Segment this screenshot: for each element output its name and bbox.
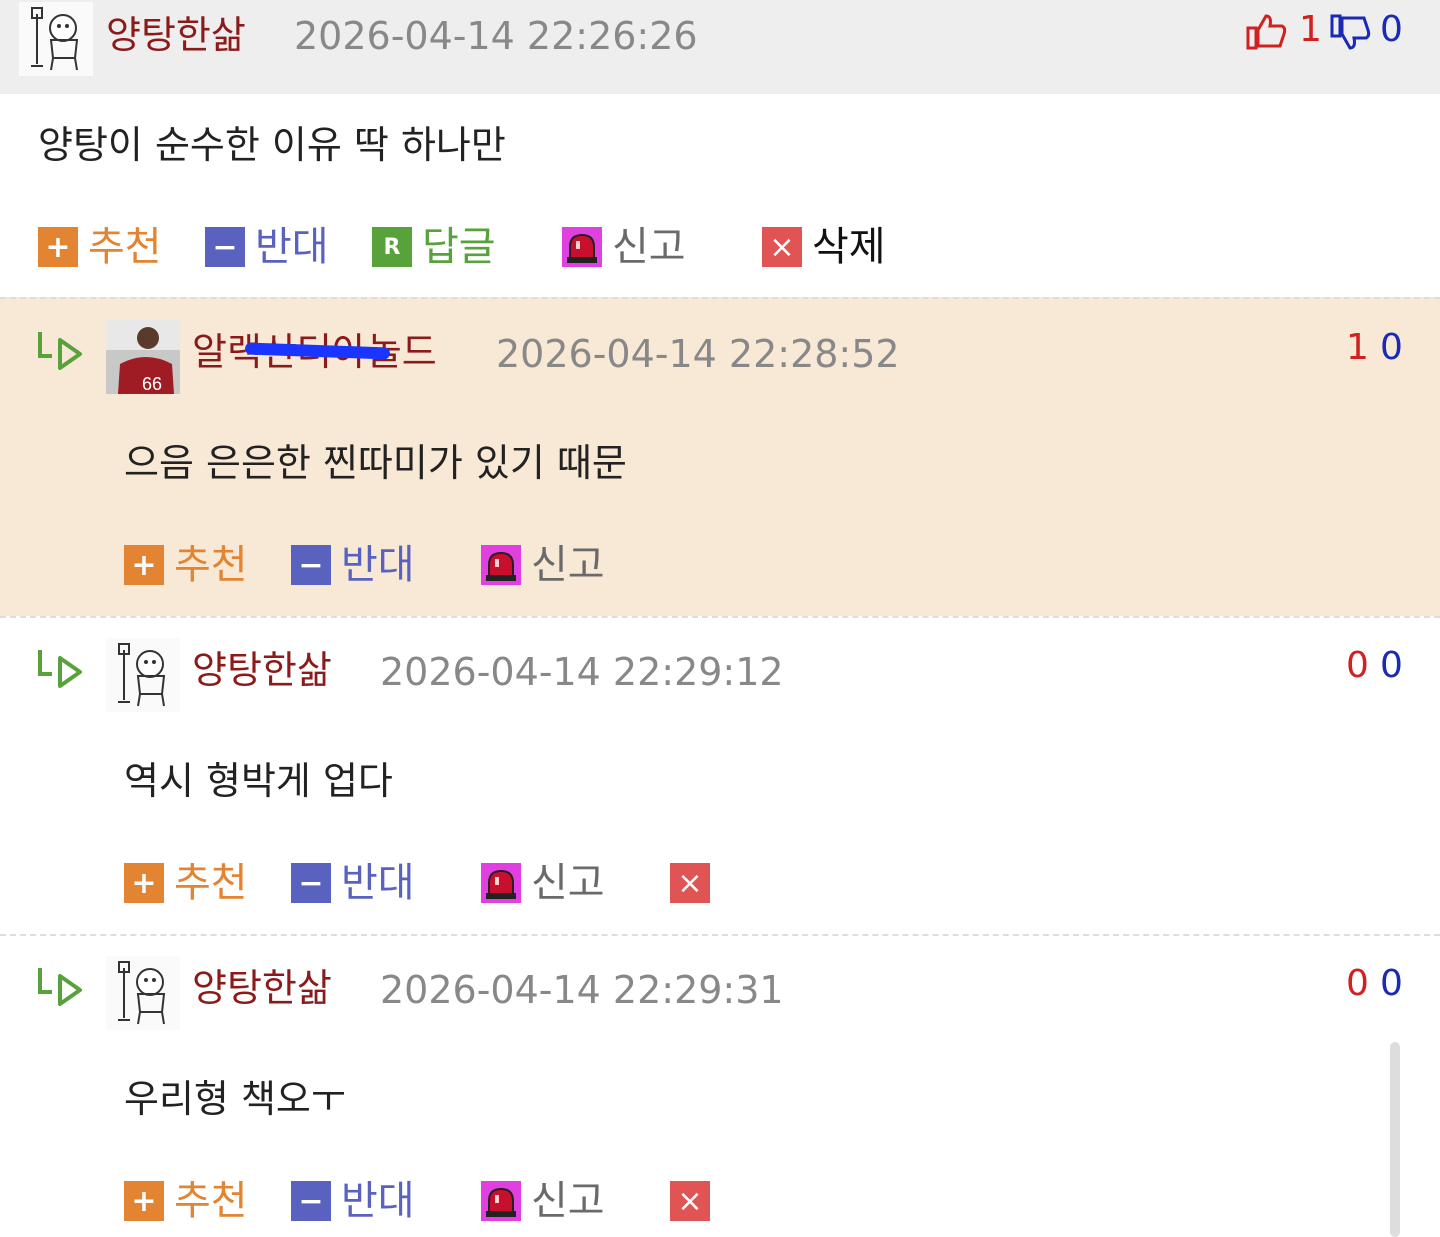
- downvote-count: 0: [1380, 327, 1403, 368]
- user-avatar[interactable]: [106, 956, 180, 1030]
- delete-button[interactable]: ×: [670, 1179, 720, 1223]
- oppose-button[interactable]: − 반대: [205, 225, 329, 269]
- recommend-button[interactable]: + 추천: [124, 543, 248, 587]
- divider: [0, 616, 1440, 618]
- recommend-label: 추천: [174, 542, 248, 588]
- reply-arrow-icon: [38, 968, 82, 1006]
- report-label: 신고: [531, 542, 605, 588]
- user-avatar[interactable]: [19, 2, 93, 76]
- plus-icon: +: [124, 863, 164, 903]
- siren-icon: [481, 1181, 521, 1221]
- delete-button[interactable]: × 삭제: [762, 225, 886, 269]
- siren-icon: [481, 545, 521, 585]
- thumbs-up-icon[interactable]: [1246, 12, 1290, 52]
- divider: [0, 297, 1440, 299]
- report-label: 신고: [612, 224, 686, 270]
- oppose-label: 반대: [341, 1178, 415, 1224]
- delete-button[interactable]: ×: [670, 861, 720, 905]
- reply-nickname[interactable]: 양탕한삶: [192, 969, 332, 1007]
- recommend-button[interactable]: + 추천: [124, 861, 248, 905]
- thumbs-down-icon[interactable]: [1330, 12, 1374, 52]
- reply-text: 으음 은은한 찐따미가 있기 때문: [124, 441, 627, 485]
- oppose-button[interactable]: − 반대: [291, 1179, 415, 1223]
- recommend-button[interactable]: + 추천: [124, 1179, 248, 1223]
- report-button[interactable]: 신고: [481, 861, 605, 905]
- delete-label: 삭제: [812, 224, 886, 270]
- reply-button[interactable]: R 답글: [372, 225, 496, 269]
- oppose-label: 반대: [341, 860, 415, 906]
- plus-icon: +: [124, 545, 164, 585]
- scrollbar[interactable]: [1390, 1042, 1400, 1237]
- upvote-count: 1: [1346, 327, 1369, 368]
- report-label: 신고: [531, 860, 605, 906]
- comment-timestamp: 2026-04-14 22:26:26: [294, 14, 698, 58]
- plus-icon: +: [124, 1181, 164, 1221]
- reply-timestamp: 2026-04-14 22:29:12: [380, 650, 784, 694]
- upvote-count: 0: [1346, 963, 1369, 1004]
- downvote-count: 0: [1380, 645, 1403, 686]
- reply-arrow-icon: [38, 650, 82, 688]
- report-button[interactable]: 신고: [481, 1179, 605, 1223]
- report-button[interactable]: 신고: [481, 543, 605, 587]
- report-label: 신고: [531, 1178, 605, 1224]
- recommend-button[interactable]: + 추천: [38, 225, 162, 269]
- oppose-button[interactable]: − 반대: [291, 543, 415, 587]
- user-avatar[interactable]: 66: [106, 320, 180, 394]
- upvote-count: 1: [1299, 9, 1322, 50]
- avatar-sketch-icon: [106, 956, 180, 1030]
- recommend-label: 추천: [174, 860, 248, 906]
- upvote-count: 0: [1346, 645, 1369, 686]
- close-icon: ×: [670, 1181, 710, 1221]
- plus-icon: +: [38, 227, 78, 267]
- downvote-count: 0: [1380, 9, 1403, 50]
- svg-text:66: 66: [142, 374, 162, 394]
- reply-timestamp: 2026-04-14 22:28:52: [496, 332, 900, 376]
- recommend-label: 추천: [88, 224, 162, 270]
- comment-nickname[interactable]: 양탕한삶: [106, 16, 246, 54]
- reply-text: 우리형 책오ㅜ: [124, 1077, 346, 1121]
- minus-icon: −: [291, 863, 331, 903]
- minus-icon: −: [291, 1181, 331, 1221]
- reply-nickname[interactable]: 양탕한삶: [192, 651, 332, 689]
- close-icon: ×: [670, 863, 710, 903]
- minus-icon: −: [291, 545, 331, 585]
- oppose-label: 반대: [341, 542, 415, 588]
- close-icon: ×: [762, 227, 802, 267]
- downvote-count: 0: [1380, 963, 1403, 1004]
- siren-icon: [562, 227, 602, 267]
- user-avatar[interactable]: [106, 638, 180, 712]
- reply-label: 답글: [422, 224, 496, 270]
- avatar-photo-icon: 66: [106, 320, 180, 394]
- avatar-sketch-icon: [19, 2, 93, 76]
- reply-text: 역시 형박게 업다: [124, 759, 393, 803]
- siren-icon: [481, 863, 521, 903]
- avatar-sketch-icon: [106, 638, 180, 712]
- reply-icon: R: [372, 227, 412, 267]
- reply-timestamp: 2026-04-14 22:29:31: [380, 968, 784, 1012]
- reply-arrow-icon: [38, 332, 82, 370]
- minus-icon: −: [205, 227, 245, 267]
- oppose-label: 반대: [255, 224, 329, 270]
- oppose-button[interactable]: − 반대: [291, 861, 415, 905]
- comment-text: 양탕이 순수한 이유 딱 하나만: [38, 123, 506, 167]
- recommend-label: 추천: [174, 1178, 248, 1224]
- report-button[interactable]: 신고: [562, 225, 686, 269]
- divider: [0, 934, 1440, 936]
